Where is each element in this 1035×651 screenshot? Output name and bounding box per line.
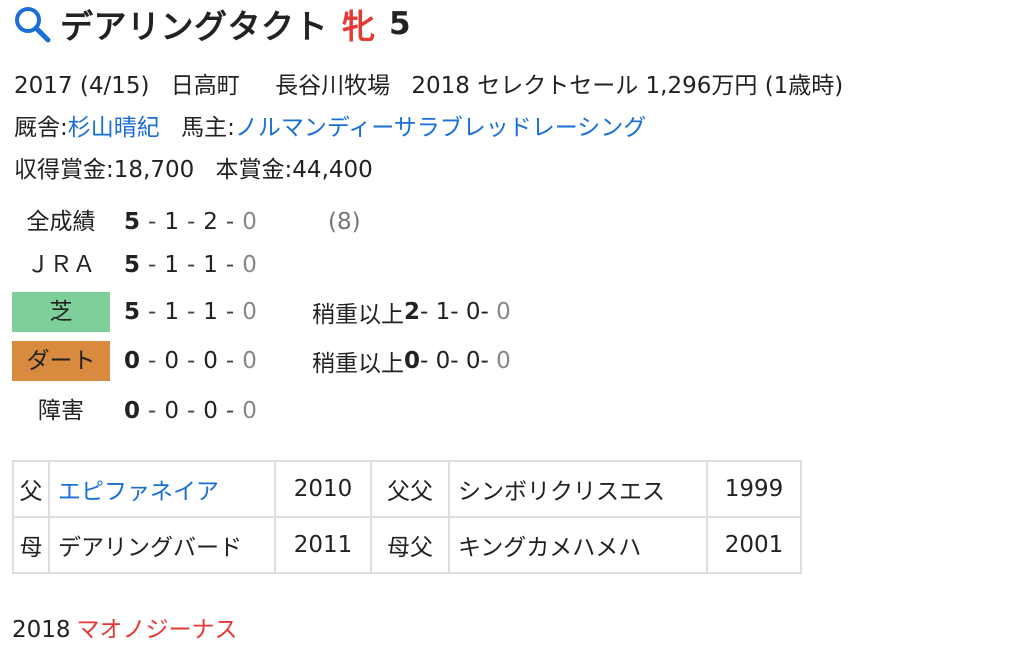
birthplace: 日高町 (170, 73, 240, 99)
heavy-others: 0 (496, 348, 511, 374)
birth-date: 2017 (4/15) (14, 73, 150, 99)
horse-name: デアリングタクト (60, 7, 328, 46)
thirds: 1 (203, 299, 218, 325)
sire-label: 父 (12, 460, 50, 518)
record-row-turf: 芝 5- 1- 1- 0 稍重以上 2- 1- 0- 0 (12, 292, 511, 332)
search-icon[interactable] (12, 4, 52, 44)
others: 0 (242, 398, 257, 424)
sire-year: 2010 (274, 460, 372, 518)
others: 0 (242, 299, 257, 325)
dirt-badge: ダート (12, 341, 110, 381)
record-numbers: 5- 1- 1- 0 (124, 299, 257, 325)
seconds: 1 (164, 252, 179, 278)
record-numbers: 0- 0- 0- 0 (124, 348, 257, 374)
wins: 0 (124, 398, 141, 424)
table-row: 母 デアリングバード 2011 母父 キングカメハメハ 2001 (12, 516, 802, 574)
table-row: 父 エピファネイア 2010 父父 シンボリクリスエス 1999 (12, 460, 802, 518)
earnings-value: 18,700 (113, 157, 195, 183)
heavy-track-record: 稍重以上 2- 1- 0- 0 (312, 295, 511, 329)
sire-sire-name: シンボリクリスエス (448, 460, 708, 518)
heavy-seconds: 0 (435, 348, 451, 374)
dam-label: 母 (12, 516, 50, 574)
heavy-wins: 2 (404, 299, 421, 325)
wins: 5 (124, 252, 141, 278)
seconds: 1 (164, 299, 179, 325)
sire-sire-label: 父父 (370, 460, 450, 518)
record-label: 全成績 (26, 209, 96, 235)
foal-list-item: 2018 マオノジーナス (12, 610, 238, 644)
dam-sire-name: キングカメハメハ (448, 516, 708, 574)
record-row-jump: 障害 0- 0- 0- 0 (12, 391, 294, 431)
birth-info: 2017 (4/15) 日高町 長谷川牧場 2018 セレクトセール 1,296… (14, 66, 843, 100)
horse-sex: 牝 (342, 7, 375, 46)
others: 0 (242, 348, 257, 374)
earnings-label: 収得賞金: (14, 157, 114, 183)
record-row-jra: ＪＲＡ 5- 1- 1- 0 (12, 245, 294, 285)
pedigree-table: 父 エピファネイア 2010 父父 シンボリクリスエス 1999 母 デアリング… (12, 460, 802, 574)
thirds: 1 (203, 252, 218, 278)
heavy-label: 稍重以上 (312, 302, 404, 328)
record-label: ＪＲＡ (26, 252, 96, 278)
thirds: 2 (203, 209, 218, 235)
wins: 0 (124, 348, 141, 374)
connections: 厩舎:杉山晴紀 馬主:ノルマンディーサラブレッドレーシング (14, 108, 646, 142)
breeder: 長谷川牧場 (275, 73, 391, 99)
record-row-all: 全成績 5- 1- 2- 0 (8) (12, 202, 361, 242)
others: 0 (242, 252, 257, 278)
turf-badge: 芝 (12, 292, 110, 332)
dam-year: 2011 (274, 516, 372, 574)
dam-sire-year: 2001 (706, 516, 802, 574)
seconds: 0 (164, 398, 179, 424)
horse-title: デアリングタクト 牝 5 (12, 4, 411, 46)
sire-sire-year: 1999 (706, 460, 802, 518)
others: 0 (242, 209, 257, 235)
trainer-label: 厩舎: (14, 115, 68, 141)
heavy-others: 0 (496, 299, 511, 325)
owner-link[interactable]: ノルマンディーサラブレッドレーシング (235, 115, 646, 141)
total-starts: (8) (328, 209, 361, 235)
record-numbers: 5- 1- 2- 0 (124, 209, 257, 235)
earnings: 収得賞金:18,700 本賞金:44,400 (14, 150, 373, 184)
heavy-wins: 0 (404, 348, 421, 374)
record-numbers: 0- 0- 0- 0 (124, 398, 257, 424)
prize-value: 44,400 (292, 157, 373, 183)
wins: 5 (124, 209, 141, 235)
foal-link[interactable]: マオノジーナス (77, 617, 238, 643)
dam-sire-label: 母父 (370, 516, 450, 574)
dam-name: デアリングバード (48, 516, 276, 574)
wins: 5 (124, 299, 141, 325)
heavy-thirds: 0 (465, 299, 481, 325)
thirds: 0 (203, 398, 218, 424)
horse-age: 5 (389, 6, 411, 42)
prize-label: 本賞金: (215, 157, 293, 183)
heavy-seconds: 1 (435, 299, 451, 325)
seconds: 0 (164, 348, 179, 374)
record-label: 障害 (38, 398, 84, 424)
heavy-thirds: 0 (465, 348, 481, 374)
owner-label: 馬主: (181, 115, 235, 141)
heavy-label: 稍重以上 (312, 351, 404, 377)
sale-info: 2018 セレクトセール 1,296万円 (1歳時) (411, 73, 844, 99)
foal-year: 2018 (12, 617, 71, 643)
record-row-dirt: ダート 0- 0- 0- 0 稍重以上 0- 0- 0- 0 (12, 341, 511, 381)
trainer-link[interactable]: 杉山晴紀 (68, 115, 160, 141)
thirds: 0 (203, 348, 218, 374)
sire-link[interactable]: エピファネイア (48, 460, 276, 518)
record-numbers: 5- 1- 1- 0 (124, 252, 257, 278)
seconds: 1 (164, 209, 179, 235)
heavy-track-record: 稍重以上 0- 0- 0- 0 (312, 344, 511, 378)
